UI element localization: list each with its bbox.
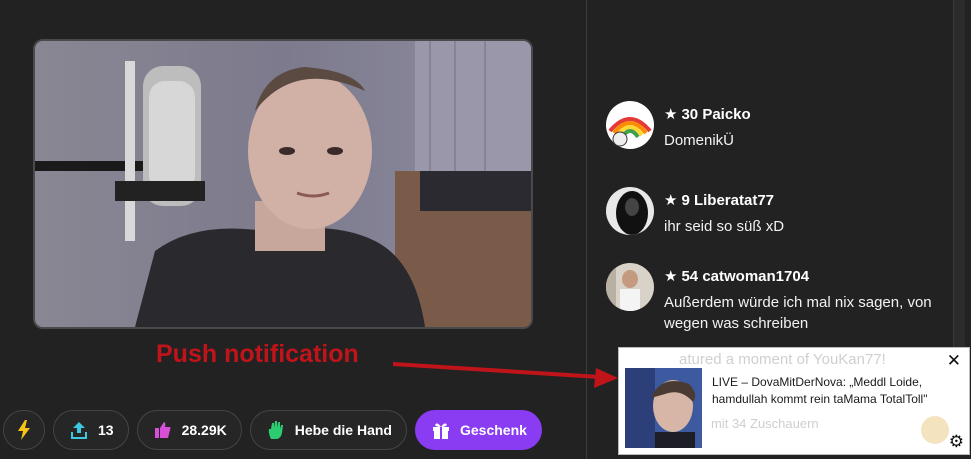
user-avatar[interactable] (606, 101, 654, 149)
action-toolbar: 13 28.29K Hebe die Hand Geschenk (3, 410, 542, 452)
dark-avatar-icon (606, 187, 654, 235)
chat-message-text: Außerdem würde ich mal nix sagen, von we… (664, 294, 932, 332)
chat-message-text: DomenikÜ (664, 132, 735, 149)
video-player[interactable] (33, 39, 533, 329)
user-avatar[interactable] (606, 263, 654, 311)
star-icon: ★ (664, 268, 678, 285)
annotation-label: Push notification (156, 340, 359, 368)
chat-scrollbar[interactable] (953, 0, 965, 388)
raise-hand-label: Hebe die Hand (294, 422, 392, 438)
star-icon: ★ (664, 192, 678, 209)
gift-button[interactable]: Geschenk (414, 410, 542, 450)
chat-message-text: ihr seid so süß xD (664, 218, 785, 235)
notification-bg-text: atured a moment of YouKan77! (679, 351, 886, 368)
notification-bg-viewers: mit 34 Zuschauern (711, 416, 819, 431)
star-fab-icon (921, 416, 949, 444)
chat-username[interactable]: ★ 54 catwoman1704 (664, 267, 809, 285)
push-notification[interactable]: atured a moment of YouKan77! ✕ mit 34 Zu… (618, 347, 970, 455)
raise-hand-button[interactable]: Hebe die Hand (249, 410, 407, 450)
thumbs-up-icon (152, 419, 174, 441)
share-count: 13 (98, 422, 114, 438)
panel-divider (586, 0, 587, 459)
star-icon: ★ (664, 106, 678, 123)
likes-count: 28.29K (181, 422, 227, 438)
gift-label: Geschenk (459, 422, 527, 438)
notification-text: LIVE – DovaMitDerNova: „Meddl Loide, ham… (712, 375, 928, 406)
boost-button[interactable] (3, 410, 45, 450)
hand-icon (265, 419, 287, 441)
like-button[interactable]: 28.29K (136, 410, 242, 450)
chat-username[interactable]: ★ 30 Paicko (664, 105, 751, 123)
share-icon (68, 419, 90, 441)
gift-icon (430, 419, 452, 441)
rainbow-avatar-icon (606, 101, 654, 149)
share-button[interactable]: 13 (53, 410, 129, 450)
video-stream-image (35, 41, 531, 327)
lightning-icon (13, 419, 35, 441)
streamer-photo-icon (625, 368, 702, 448)
chat-username[interactable]: ★ 9 Liberatat77 (664, 191, 774, 209)
photo-avatar-icon (606, 263, 654, 311)
gear-icon[interactable]: ⚙ (949, 433, 964, 451)
user-avatar[interactable] (606, 187, 654, 235)
notification-thumbnail (625, 368, 702, 448)
close-icon[interactable]: ✕ (947, 351, 961, 371)
